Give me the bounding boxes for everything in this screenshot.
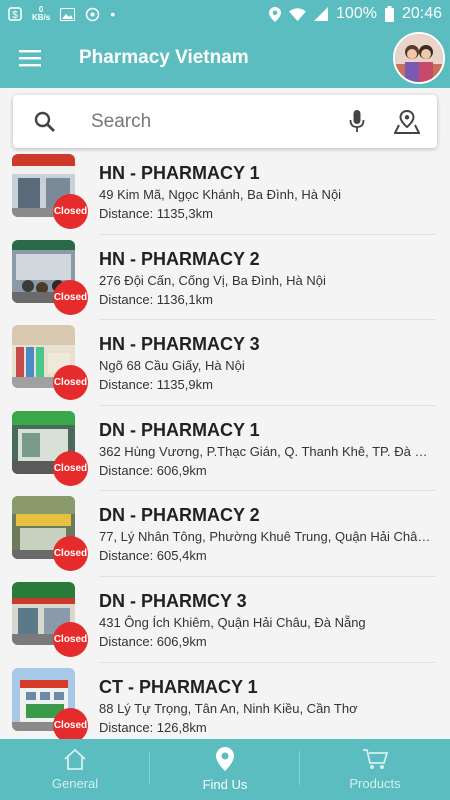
pharmacy-name: CT - PHARMACY 1: [99, 676, 258, 697]
tab-products[interactable]: Products: [300, 739, 450, 800]
more-dot: •: [110, 6, 116, 22]
location-icon: [269, 6, 282, 22]
closed-badge: Closed: [53, 621, 88, 657]
app-bar: Pharmacy Vietnam: [0, 28, 450, 88]
notification-icon: $: [8, 7, 22, 21]
hamburger-icon: [19, 50, 41, 67]
list-item[interactable]: Closed DN - PHARMACY 1 362 Hùng Vương, P…: [0, 406, 450, 492]
closed-badge: Closed: [53, 536, 88, 572]
status-bar: $ 0 KB/s • 100% 20:46: [0, 0, 450, 28]
battery-icon: [384, 6, 394, 22]
voice-search-button[interactable]: [337, 109, 377, 134]
pharmacy-name: DN - PHARMACY 2: [99, 505, 260, 526]
tab-find-us[interactable]: Find Us: [150, 739, 300, 800]
list-item[interactable]: Closed HN - PHARMACY 2 276 Đội Cấn, Cống…: [0, 235, 450, 321]
pharmacy-list: Closed HN - PHARMACY 1 49 Kim Mã, Ngọc K…: [0, 149, 450, 748]
pharmacy-address: 77, Lý Nhân Tông, Phường Khuê Trung, Quậ…: [99, 529, 436, 545]
pharmacy-distance: Distance: 1135,9km: [99, 377, 213, 393]
cart-icon: [363, 749, 388, 769]
pharmacy-name: DN - PHARMCY 3: [99, 590, 247, 611]
tab-find-us-label: Find Us: [202, 777, 248, 792]
pharmacy-name: HN - PHARMACY 3: [99, 334, 260, 355]
pharmacy-distance: Distance: 605,4km: [99, 548, 207, 564]
search-input[interactable]: Search: [77, 111, 337, 133]
search-icon: [34, 111, 55, 132]
pharmacy-name: HN - PHARMACY 2: [99, 248, 260, 269]
list-item[interactable]: Closed CT - PHARMACY 1 88 Lý Tự Trọng, T…: [0, 663, 450, 749]
closed-badge: Closed: [53, 450, 88, 486]
microphone-icon: [349, 109, 365, 132]
closed-badge: Closed: [53, 365, 88, 401]
avatar-photo: [395, 34, 443, 82]
signal-icon: [314, 7, 329, 21]
bottom-nav: General Find Us Products: [0, 739, 450, 800]
pharmacy-address: 49 Kim Mã, Ngọc Khánh, Ba Đình, Hà Nội: [99, 187, 342, 202]
location-pin-icon: [216, 747, 234, 771]
pharmacy-name: DN - PHARMACY 1: [99, 419, 260, 440]
pharmacy-distance: Distance: 606,9km: [99, 633, 207, 649]
network-speed: 0 KB/s: [32, 5, 51, 22]
pharmacy-address: 88 Lý Tự Trọng, Tân An, Ninh Kiều, Cần T…: [99, 700, 358, 716]
menu-button[interactable]: [0, 28, 60, 88]
pharmacy-address: 276 Đội Cấn, Cống Vị, Ba Đình, Hà Nội: [99, 272, 326, 288]
map-location-button[interactable]: [377, 109, 437, 134]
list-item[interactable]: Closed DN - PHARMCY 3 431 Ông Ích Khiêm,…: [0, 577, 450, 663]
home-icon: [64, 748, 86, 770]
pharmacy-address: 431 Ông Ích Khiêm, Quận Hải Châu, Đà Nẵn…: [99, 614, 366, 630]
tab-general[interactable]: General: [0, 739, 150, 800]
search-bar[interactable]: Search: [13, 95, 437, 148]
list-item[interactable]: Closed HN - PHARMACY 1 49 Kim Mã, Ngọc K…: [0, 149, 450, 235]
tab-general-label: General: [51, 776, 99, 791]
closed-badge: Closed: [53, 707, 88, 743]
sync-icon: [85, 7, 100, 21]
list-item[interactable]: Closed HN - PHARMACY 3 Ngõ 68 Cầu Giấy, …: [0, 320, 450, 406]
pharmacy-distance: Distance: 1136,1km: [99, 291, 213, 307]
pharmacy-distance: Distance: 126,8km: [99, 719, 207, 735]
pharmacy-address: Ngõ 68 Cầu Giấy, Hà Nội: [99, 358, 245, 374]
wifi-icon: [289, 8, 307, 21]
closed-badge: Closed: [53, 279, 88, 315]
pharmacy-name: HN - PHARMACY 1: [99, 163, 260, 183]
pharmacy-distance: Distance: 606,9km: [99, 462, 207, 478]
pharmacy-distance: Distance: 1135,3km: [99, 206, 213, 221]
closed-badge: Closed: [53, 194, 88, 229]
list-item[interactable]: Closed DN - PHARMACY 2 77, Lý Nhân Tông,…: [0, 491, 450, 577]
image-icon: [60, 7, 76, 21]
battery-text: 100%: [336, 5, 377, 22]
map-pin-icon: [394, 109, 420, 134]
pharmacy-address: 362 Hùng Vương, P.Thạc Gián, Q. Thanh Kh…: [99, 443, 436, 459]
avatar[interactable]: [393, 32, 445, 84]
tab-products-label: Products: [349, 776, 401, 791]
svg-text:$: $: [12, 10, 18, 21]
page-title: Pharmacy Vietnam: [79, 47, 249, 68]
clock: 20:46: [401, 5, 442, 22]
search-button[interactable]: [13, 111, 77, 133]
